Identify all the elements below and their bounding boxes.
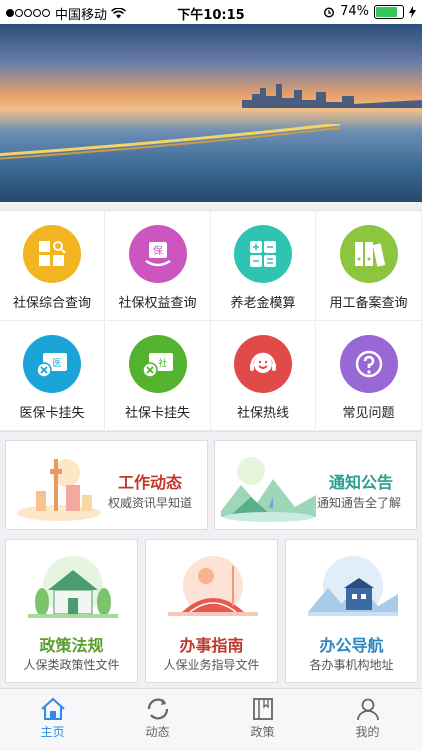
service-label: 医保卡挂失 <box>19 406 85 421</box>
tab-label: 我的 <box>355 725 380 739</box>
alarm-icon <box>324 6 335 18</box>
service-item[interactable]: 社保热线 <box>211 321 316 431</box>
card-subtitle: 通知通告全了解 <box>317 496 402 510</box>
home-icon <box>40 697 65 720</box>
card-title: 工作动态 <box>118 473 183 492</box>
tab-news[interactable]: 动态 <box>105 697 210 740</box>
svg-text:保: 保 <box>153 244 163 257</box>
headset-icon <box>234 335 292 393</box>
card-title: 办公导航 <box>319 636 384 655</box>
charging-icon <box>409 5 416 18</box>
service-item[interactable]: 社保综合查询 <box>0 211 105 321</box>
tab-policy[interactable]: 政策 <box>210 697 315 740</box>
battery-percent: 74% <box>340 4 369 19</box>
user-icon <box>356 698 379 721</box>
card-title: 办事指南 <box>179 636 244 655</box>
service-label: 常见问题 <box>342 406 395 421</box>
refresh-icon <box>147 698 168 720</box>
card-title: 政策法规 <box>39 636 104 655</box>
svg-text:社: 社 <box>158 357 167 369</box>
calculator-icon <box>234 225 292 283</box>
service-item[interactable]: 用工备案查询 <box>316 211 422 321</box>
service-label: 养老金模算 <box>230 296 296 311</box>
tab-bar: 主页 动态 政策 我的 <box>0 688 422 751</box>
medical-card-icon: 医 <box>23 335 81 393</box>
tab-label: 政策 <box>250 725 275 739</box>
card-subtitle: 人保类政策性文件 <box>23 658 120 672</box>
binders-icon <box>339 225 398 283</box>
bridge-image <box>0 124 340 160</box>
city-illustration-icon <box>17 459 101 521</box>
service-item[interactable]: 养老金模算 <box>211 211 316 321</box>
card-subtitle: 各办事机构地址 <box>309 658 394 672</box>
service-label: 用工备案查询 <box>329 296 408 311</box>
tab-label: 动态 <box>145 725 170 739</box>
card-office-nav[interactable]: 办公导航 各办事机构地址 <box>285 539 418 683</box>
battery-icon <box>374 4 404 19</box>
stadium-illustration-icon <box>168 556 258 616</box>
tab-mine[interactable]: 我的 <box>315 697 420 740</box>
grid-search-icon <box>23 225 81 283</box>
landscape-illustration-icon <box>221 457 316 522</box>
house-illustration-icon <box>28 556 118 618</box>
svg-text:医: 医 <box>52 358 61 369</box>
social-card-icon: 社 <box>128 335 187 393</box>
card-policy[interactable]: 政策法规 人保类政策性文件 <box>5 539 138 683</box>
card-guide[interactable]: 办事指南 人保业务指导文件 <box>145 539 278 683</box>
card-work-news[interactable]: 工作动态 权威资讯早知道 <box>5 440 208 530</box>
city-skyline-image <box>242 84 422 108</box>
service-label: 社保热线 <box>236 406 289 421</box>
service-item[interactable]: 保社保权益查询 <box>105 211 211 321</box>
card-title: 通知公告 <box>329 473 394 492</box>
service-label: 社保卡挂失 <box>124 406 190 421</box>
service-label: 社保权益查询 <box>118 296 197 311</box>
card-subtitle: 权威资讯早知道 <box>108 496 193 510</box>
card-subtitle: 人保业务指导文件 <box>163 658 260 672</box>
bag-shield-icon: 保 <box>128 225 187 283</box>
tab-home[interactable]: 主页 <box>0 697 105 740</box>
service-label: 社保综合查询 <box>12 296 91 311</box>
banner-carousel[interactable] <box>0 24 422 202</box>
question-icon <box>339 335 398 393</box>
building-illustration-icon <box>308 556 398 616</box>
status-bar: 中国移动 下午10:15 74% <box>0 0 422 24</box>
service-grid: 社保综合查询保社保权益查询 养老金模算 用工备案查询医医保卡挂失社社保卡挂失 社保热线… <box>0 210 422 432</box>
tab-label: 主页 <box>40 725 65 739</box>
service-item[interactable]: 医医保卡挂失 <box>0 321 105 431</box>
card-notices[interactable]: 通知公告 通知通告全了解 <box>214 440 417 530</box>
service-item[interactable]: 常见问题 <box>316 321 422 431</box>
book-icon <box>252 698 273 720</box>
service-item[interactable]: 社社保卡挂失 <box>105 321 211 431</box>
